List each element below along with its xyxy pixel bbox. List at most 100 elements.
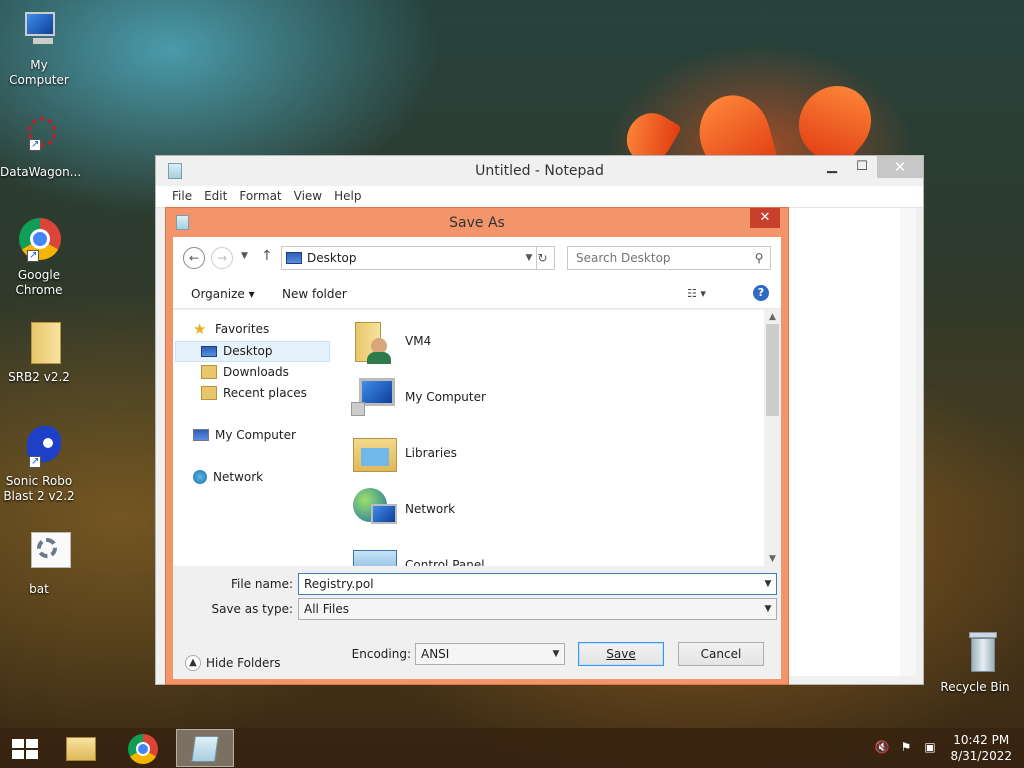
hide-folders-label: Hide Folders <box>206 656 281 670</box>
clock-time: 10:42 PM <box>953 733 1010 747</box>
file-name-value[interactable]: Registry.pol <box>299 577 760 591</box>
recent-locations-dropdown[interactable]: ▼ <box>241 251 248 261</box>
file-name: Network <box>405 502 456 516</box>
desktop-icon-label: bat <box>29 582 49 596</box>
network-status-icon[interactable]: ▣ <box>922 740 938 756</box>
file-name: My Computer <box>405 390 486 404</box>
help-icon[interactable]: ? <box>753 285 769 301</box>
desktop-icon-label: DataWagon... <box>0 165 82 179</box>
folder-icon <box>15 320 63 368</box>
file-name-field[interactable]: Registry.pol ▼ <box>298 573 777 595</box>
notepad-titlebar[interactable]: Untitled - Notepad ▁ ☐ ✕ <box>156 156 923 186</box>
file-item-my-computer[interactable]: My Computer <box>351 372 486 422</box>
search-box[interactable]: ⚲ <box>567 246 771 270</box>
cancel-button[interactable]: Cancel <box>678 642 764 666</box>
file-list: VM4 My Computer Libraries Network Contro… <box>343 310 781 566</box>
recent-places-icon <box>201 386 217 400</box>
scroll-down-icon[interactable]: ▼ <box>764 552 781 566</box>
search-icon: ⚲ <box>754 251 764 265</box>
file-list-scrollbar[interactable]: ▲ ▼ <box>764 310 781 566</box>
save-as-dialog: Save As ✕ ← → ▼ ↑ Desktop ▼ ↻ ⚲ Organize… <box>165 207 789 685</box>
menu-file[interactable]: File <box>166 186 198 207</box>
start-button[interactable] <box>0 729 48 767</box>
desktop-icon-my-computer[interactable]: My Computer <box>0 8 78 88</box>
datawagon-icon <box>15 115 63 163</box>
minimize-button[interactable]: ▁ <box>817 156 847 178</box>
up-button[interactable]: ↑ <box>261 248 273 264</box>
desktop-icon-label: Google Chrome <box>15 268 63 297</box>
taskbar-notepad[interactable] <box>176 729 234 767</box>
notepad-menubar: File Edit Format View Help <box>156 186 923 208</box>
encoding-select[interactable]: ANSI ▼ <box>415 643 565 665</box>
file-item-network[interactable]: Network <box>351 484 455 534</box>
nav-item-recent-places[interactable]: Recent places <box>201 383 307 403</box>
close-button[interactable]: ✕ <box>877 156 923 178</box>
desktop-icon-srb2[interactable]: SRB2 v2.2 <box>0 320 78 385</box>
save-as-type-select[interactable]: All Files ▼ <box>298 598 777 620</box>
desktop-icon-google-chrome[interactable]: Google Chrome <box>0 218 78 298</box>
notepad-scrollbar[interactable] <box>900 208 916 676</box>
computer-icon <box>193 429 209 441</box>
navigation-bar: ← → ▼ ↑ Desktop ▼ ↻ ⚲ <box>173 237 781 279</box>
save-button[interactable]: Save <box>578 642 664 666</box>
change-view-button[interactable]: ☷ ▾ <box>687 287 727 303</box>
chevron-down-icon[interactable]: ▼ <box>760 579 776 589</box>
volume-muted-icon[interactable]: 🔇 <box>874 740 890 756</box>
nav-item-network[interactable]: Network <box>193 467 263 487</box>
network-icon <box>193 470 207 484</box>
notepad-text-area[interactable] <box>788 208 916 676</box>
taskbar-chrome[interactable] <box>114 729 172 767</box>
nav-label: My Computer <box>215 428 296 442</box>
scroll-thumb[interactable] <box>766 324 779 416</box>
notepad-icon <box>191 736 219 762</box>
address-bar[interactable]: Desktop ▼ <box>281 246 537 270</box>
new-folder-button[interactable]: New folder <box>282 287 347 301</box>
encoding-label: Encoding: <box>351 647 411 661</box>
nav-item-favorites[interactable]: ★ Favorites <box>193 319 269 339</box>
file-item-control-panel[interactable]: Control Panel <box>351 540 485 566</box>
hide-folders-button[interactable]: ▲ Hide Folders <box>185 655 281 671</box>
menu-edit[interactable]: Edit <box>198 186 233 207</box>
navigation-pane: ★ Favorites Desktop Downloads Recent pla… <box>173 310 343 566</box>
nav-item-my-computer[interactable]: My Computer <box>193 425 296 445</box>
gear-icon <box>15 532 71 580</box>
desktop-icon-datawagon[interactable]: DataWagon... <box>0 115 82 180</box>
nav-label: Network <box>213 470 264 484</box>
command-toolbar: Organize ▾ New folder ☷ ▾ ? <box>173 279 781 309</box>
nav-label: Desktop <box>223 344 273 358</box>
organize-button[interactable]: Organize ▾ <box>191 287 255 301</box>
system-clock[interactable]: 10:42 PM 8/31/2022 <box>950 728 1012 768</box>
recycle-bin-icon <box>951 630 999 678</box>
file-item-libraries[interactable]: Libraries <box>351 428 457 478</box>
downloads-folder-icon <box>201 365 217 379</box>
search-input[interactable] <box>568 251 748 265</box>
nav-item-downloads[interactable]: Downloads <box>201 362 289 382</box>
scroll-up-icon[interactable]: ▲ <box>764 310 781 324</box>
file-name: Libraries <box>405 446 457 460</box>
computer-icon <box>15 8 63 56</box>
dialog-close-button[interactable]: ✕ <box>750 208 780 228</box>
menu-format[interactable]: Format <box>233 186 287 207</box>
clock-date: 8/31/2022 <box>950 749 1012 763</box>
file-name-label: File name: <box>231 577 293 591</box>
taskbar-file-explorer[interactable] <box>52 729 110 767</box>
control-panel-icon <box>351 542 399 566</box>
desktop-icon-bat[interactable]: bat <box>0 532 78 597</box>
desktop-icon-sonic-robo-blast[interactable]: Sonic Robo Blast 2 v2.2 <box>0 424 78 504</box>
refresh-button[interactable]: ↻ <box>531 246 555 270</box>
folder-icon <box>66 737 96 761</box>
file-item-vm4[interactable]: VM4 <box>351 316 431 366</box>
nav-item-desktop[interactable]: Desktop <box>201 341 273 361</box>
back-button[interactable]: ← <box>183 247 205 269</box>
action-center-flag-icon[interactable]: ⚑ <box>898 740 914 756</box>
nav-label: Favorites <box>215 322 270 336</box>
save-as-type-label: Save as type: <box>211 602 293 616</box>
dialog-titlebar[interactable]: Save As ✕ <box>166 208 788 236</box>
desktop-icon-recycle-bin[interactable]: Recycle Bin <box>936 630 1014 695</box>
file-name: VM4 <box>405 334 432 348</box>
star-icon: ★ <box>193 320 207 338</box>
forward-button[interactable]: → <box>211 247 233 269</box>
menu-help[interactable]: Help <box>328 186 367 207</box>
menu-view[interactable]: View <box>288 186 328 207</box>
maximize-button[interactable]: ☐ <box>847 156 877 178</box>
